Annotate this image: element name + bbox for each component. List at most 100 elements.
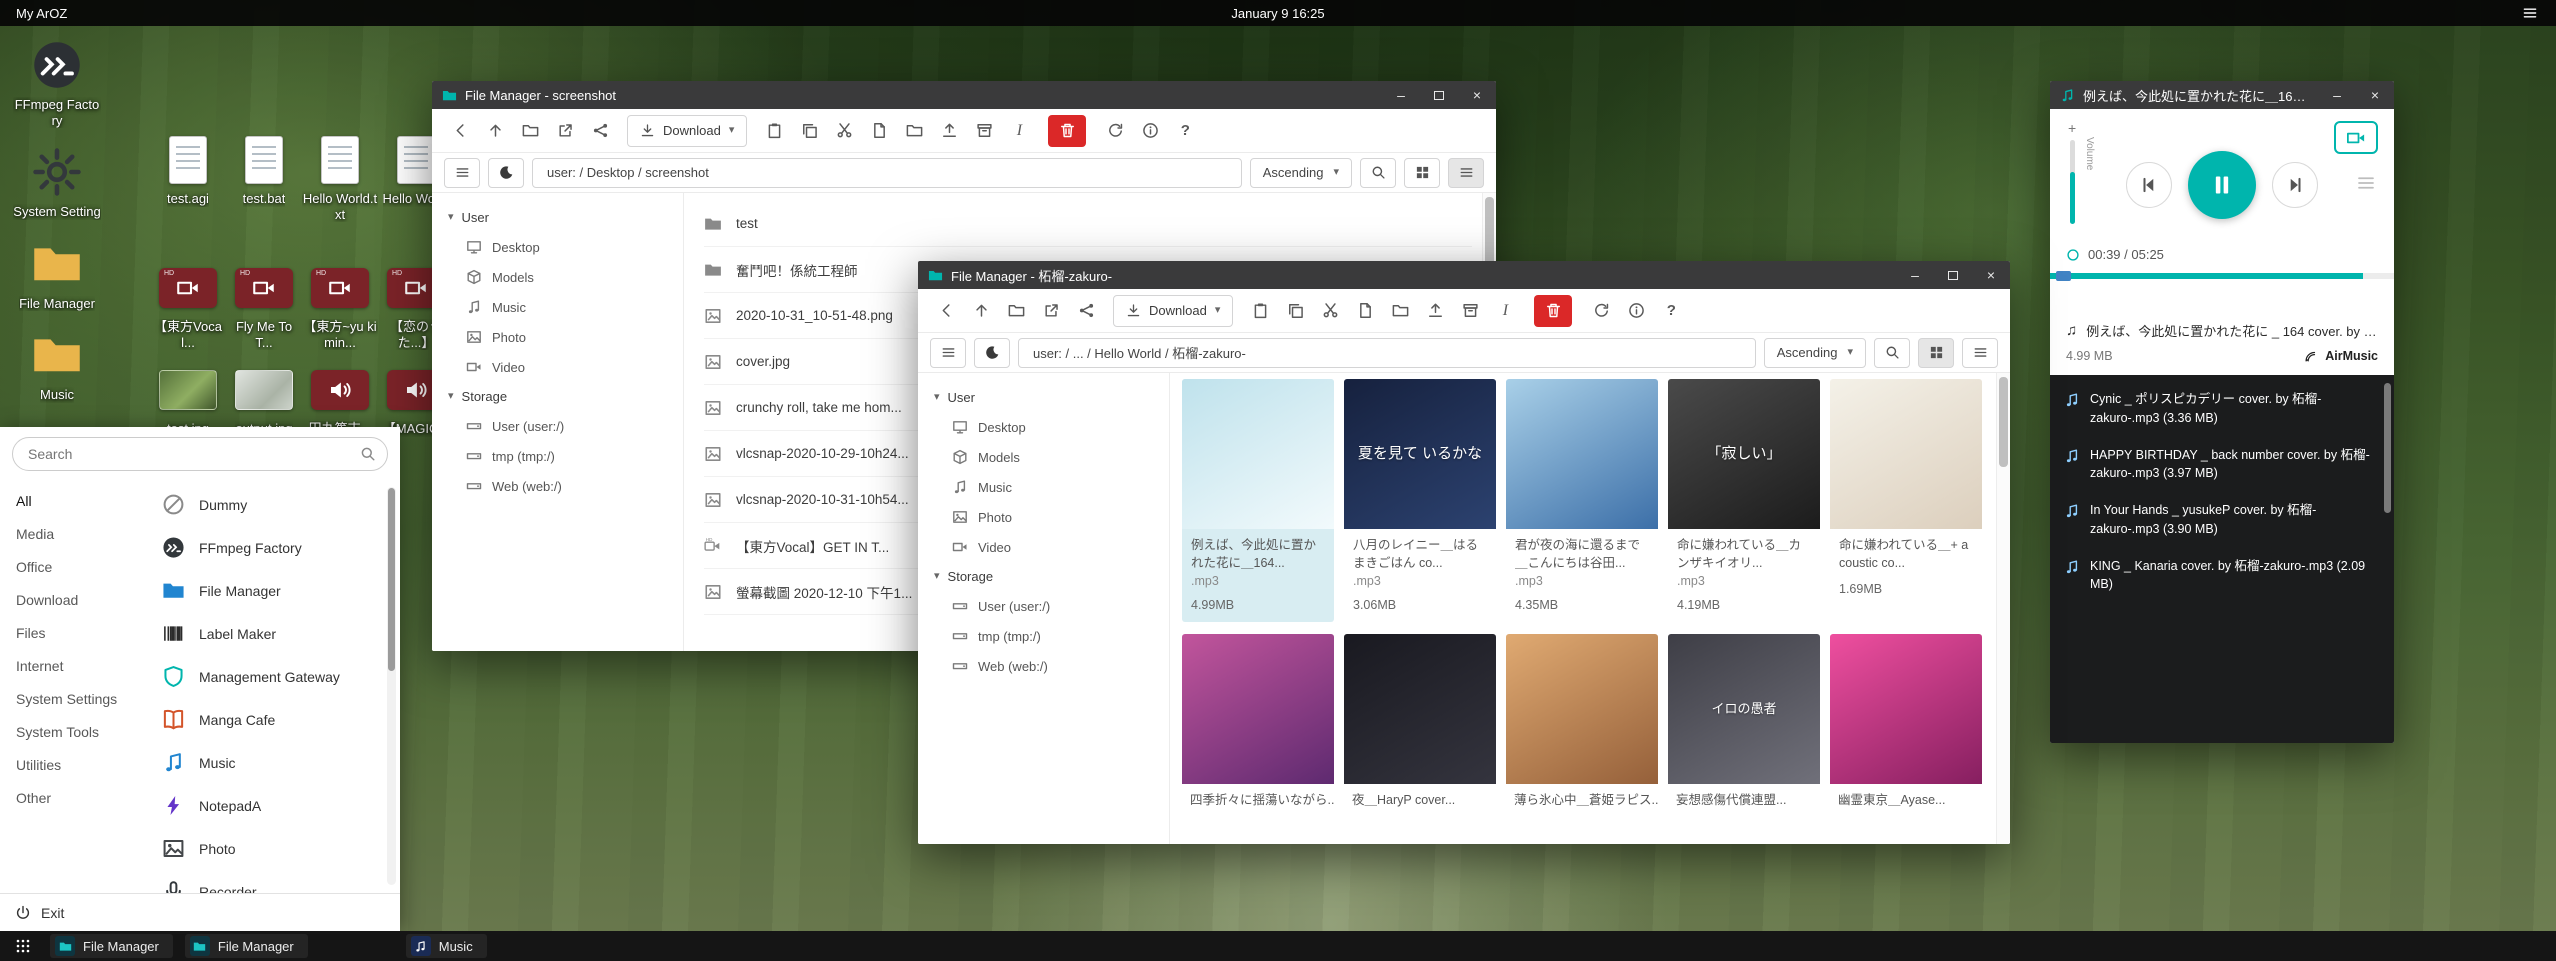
file-tile[interactable]: 薄ら氷心中＿蒼姫ラピス... [1506,634,1658,813]
sidebar-item-tmp-tmp[interactable]: tmp (tmp:/) [918,621,1169,651]
startmenu-category-office[interactable]: Office [0,551,152,584]
open-folder-button[interactable] [1000,295,1032,327]
close-button[interactable]: × [1972,261,2010,289]
paste-button[interactable] [1244,295,1276,327]
cut-button[interactable] [828,115,860,147]
sidebar-item-music[interactable]: Music [918,472,1169,502]
file-tile[interactable]: 「寂しい」命に嫌われている＿カンザキイオリ....mp34.19MB [1668,379,1820,622]
sidebar-item-tmp-tmp[interactable]: tmp (tmp:/) [432,441,683,471]
desktop-file-output-jpg[interactable]: output.jpg [226,362,302,437]
sidebar-item-desktop[interactable]: Desktop [432,232,683,262]
desktop-file-test-agi[interactable]: test.agi [150,132,226,260]
maximize-button[interactable] [1420,81,1458,109]
file-tile[interactable]: 夏を見て いるかな八月のレイニー＿はるまきごはん co....mp33.06MB [1344,379,1496,622]
cut-button[interactable] [1314,295,1346,327]
desktop-file-test-jpg[interactable]: test.jpg [150,362,226,437]
paste-button[interactable] [758,115,790,147]
breadcrumb[interactable]: user: / ... / Hello World / 柘榴-zakuro- [1018,338,1756,368]
refresh-button[interactable] [1585,295,1617,327]
help-button[interactable]: ? [1169,115,1201,147]
sidebar-section-user[interactable]: ▾User [432,203,683,232]
grid-view-button[interactable] [1918,338,1954,368]
minimize-button[interactable]: – [1896,261,1934,289]
sidebar-item-desktop[interactable]: Desktop [918,412,1169,442]
sidebar-item-web-web[interactable]: Web (web:/) [432,471,683,501]
download-button[interactable]: Download▾ [627,115,747,147]
volume-slider[interactable]: + [2068,121,2076,224]
file-tile[interactable]: 夜＿HaryP cover... [1344,634,1496,813]
playlist-item[interactable]: HAPPY BIRTHDAY _ back number cover. by 柘… [2050,437,2394,493]
desktop-icon-ffmpeg-factory[interactable]: FFmpeg Factory [10,36,104,128]
startmenu-category-internet[interactable]: Internet [0,650,152,683]
sort-dropdown[interactable]: Ascending▾ [1250,158,1352,188]
refresh-button[interactable] [1099,115,1131,147]
back-button[interactable] [444,115,476,147]
delete-button[interactable] [1048,115,1086,147]
pause-button[interactable] [2188,151,2256,219]
sidebar-item-video[interactable]: Video [432,352,683,382]
breadcrumb[interactable]: user: / Desktop / screenshot [532,158,1242,188]
seek-bar[interactable] [2050,273,2394,279]
list-view-button[interactable] [1448,158,1484,188]
grid-view-button[interactable] [1404,158,1440,188]
file-tile[interactable]: 四季折々に揺蕩いながら... [1182,634,1334,813]
startmenu-category-utilities[interactable]: Utilities [0,749,152,782]
archive-button[interactable] [968,115,1000,147]
loop-icon[interactable] [2066,248,2080,262]
sidebar-item-photo[interactable]: Photo [432,322,683,352]
startmenu-app-ffmpeg-factory[interactable]: FFmpeg Factory [152,526,400,569]
startmenu-app-manga-cafe[interactable]: Manga Cafe [152,698,400,741]
startmenu-app-management-gateway[interactable]: Management Gateway [152,655,400,698]
new-folder-button[interactable] [1384,295,1416,327]
sidebar-section-user[interactable]: ▾User [918,383,1169,412]
minimize-button[interactable]: – [2318,81,2356,109]
help-button[interactable]: ? [1655,295,1687,327]
sidebar-item-user-user[interactable]: User (user:/) [918,591,1169,621]
titlebar[interactable]: File Manager - screenshot – × [432,81,1496,109]
next-track-button[interactable] [2272,162,2318,208]
scrollbar[interactable] [387,487,396,885]
minimize-button[interactable]: – [1382,81,1420,109]
startmenu-category-all[interactable]: All [0,485,152,518]
file-tile[interactable]: 君が夜の海に還るまで＿こんにちは谷田....mp34.35MB [1506,379,1658,622]
startmenu-category-other[interactable]: Other [0,782,152,815]
sidebar-item-web-web[interactable]: Web (web:/) [918,651,1169,681]
sidebar-toggle-button[interactable] [444,158,480,188]
maximize-button[interactable] [1934,261,1972,289]
startmenu-app-dummy[interactable]: Dummy [152,483,400,526]
desktop-file-vocal[interactable]: HD【東方Vocal... [150,260,226,362]
upload-button[interactable] [933,115,965,147]
scrollbar-thumb[interactable] [2384,383,2391,513]
seek-handle[interactable] [2056,271,2071,281]
close-button[interactable]: × [2356,81,2394,109]
scrollbar[interactable] [1996,373,2010,844]
file-tile[interactable]: 幽霊東京＿Ayase... [1830,634,1982,813]
startmenu-app-music[interactable]: Music [152,741,400,784]
desktop-file-test-bat[interactable]: test.bat [226,132,302,260]
playlist-menu-button[interactable] [2356,173,2376,196]
scrollbar-thumb[interactable] [388,488,395,671]
sidebar-item-music[interactable]: Music [432,292,683,322]
search-button[interactable] [1874,338,1910,368]
search-input[interactable] [12,437,388,471]
file-tile[interactable]: 例えば、今此処に置かれた花に＿164....mp34.99MB [1182,379,1334,622]
download-button[interactable]: Download▾ [1113,295,1233,327]
new-file-button[interactable] [1349,295,1381,327]
new-file-button[interactable] [863,115,895,147]
sidebar-item-photo[interactable]: Photo [918,502,1169,532]
startmenu-category-files[interactable]: Files [0,617,152,650]
startmenu-app-photo[interactable]: Photo [152,827,400,870]
copy-button[interactable] [1279,295,1311,327]
top-menu-button[interactable] [2522,5,2540,21]
playlist-item[interactable]: KING _ Kanaria cover. by 柘榴-zakuro-.mp3 … [2050,548,2394,604]
desktop-file-item[interactable]: 田丸篤志... [302,362,378,437]
taskbar-task-file-manager[interactable]: File Manager [185,934,308,958]
titlebar[interactable]: File Manager - 柘榴-zakuro- – × [918,261,2010,289]
rename-button[interactable]: I [1003,115,1035,147]
app-launcher-button[interactable] [8,934,38,958]
previous-track-button[interactable] [2126,162,2172,208]
up-button[interactable] [479,115,511,147]
archive-button[interactable] [1454,295,1486,327]
sidebar-item-models[interactable]: Models [918,442,1169,472]
sidebar-section-storage[interactable]: ▾Storage [432,382,683,411]
